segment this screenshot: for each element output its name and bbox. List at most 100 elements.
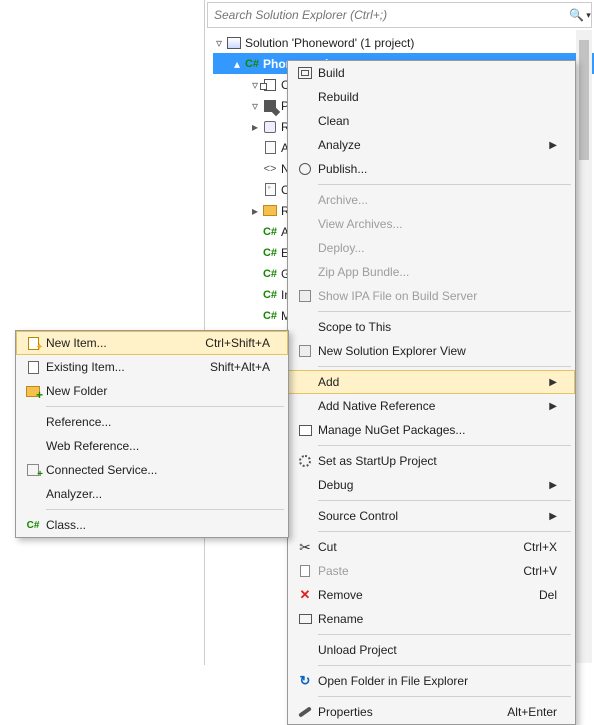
menu-item-shortcut: Ctrl+V: [523, 564, 557, 578]
item-icon: [261, 205, 279, 216]
add-submenu: New Item...Ctrl+Shift+AExisting Item...S…: [15, 330, 289, 538]
menu-item[interactable]: Rename: [288, 607, 575, 631]
menu-item: Archive...: [288, 188, 575, 212]
menu-item[interactable]: PropertiesAlt+Enter: [288, 700, 575, 724]
menu-item[interactable]: Source Control▶: [288, 504, 575, 528]
menu-item: Zip App Bundle...: [288, 260, 575, 284]
solution-label: Solution 'Phoneword' (1 project): [243, 36, 414, 50]
expand-icon[interactable]: ▿: [249, 99, 261, 113]
csharp-project-icon: C#: [243, 58, 261, 70]
expand-icon[interactable]: ▸: [249, 120, 261, 134]
menu-separator: [318, 531, 571, 532]
menu-item-label: Archive...: [318, 193, 557, 207]
item-icon: [261, 79, 279, 91]
menu-item[interactable]: Existing Item...Shift+Alt+A: [16, 355, 288, 379]
globe-icon: [292, 163, 318, 175]
item-icon: [261, 183, 279, 196]
menu-item[interactable]: Debug▶: [288, 473, 575, 497]
solution-node[interactable]: ▿ Solution 'Phoneword' (1 project): [213, 32, 594, 53]
expand-icon[interactable]: ▴: [231, 57, 243, 71]
menu-item[interactable]: Build: [288, 61, 575, 85]
menu-item-label: Manage NuGet Packages...: [318, 423, 557, 437]
menu-item[interactable]: Analyzer...: [16, 482, 288, 506]
menu-item[interactable]: Scope to This: [288, 315, 575, 339]
menu-item-shortcut: Ctrl+X: [523, 540, 557, 554]
item-icon: C#: [261, 226, 279, 238]
menu-separator: [318, 500, 571, 501]
menu-item-label: Connected Service...: [46, 463, 270, 477]
menu-item[interactable]: New Folder: [16, 379, 288, 403]
menu-item: Deploy...: [288, 236, 575, 260]
menu-item-label: Build: [318, 66, 557, 80]
open-folder-icon: ↻: [292, 673, 318, 689]
expand-icon[interactable]: ▸: [249, 204, 261, 218]
menu-item[interactable]: Analyze▶: [288, 133, 575, 157]
class-icon: C#: [20, 520, 46, 531]
menu-item-shortcut: Alt+Enter: [507, 705, 557, 719]
menu-item-label: Reference...: [46, 415, 270, 429]
menu-item: View Archives...: [288, 212, 575, 236]
connected-service-icon: [20, 464, 46, 476]
menu-separator: [46, 406, 284, 407]
menu-item[interactable]: Add Native Reference▶: [288, 394, 575, 418]
menu-separator: [318, 311, 571, 312]
menu-item[interactable]: Reference...: [16, 410, 288, 434]
menu-item-label: Add: [318, 375, 545, 389]
menu-item[interactable]: Unload Project: [288, 638, 575, 662]
scrollbar-thumb[interactable]: [579, 40, 589, 160]
menu-item[interactable]: ↻Open Folder in File Explorer: [288, 669, 575, 693]
menu-item[interactable]: Set as StartUp Project: [288, 449, 575, 473]
menu-separator: [318, 445, 571, 446]
item-icon: C#: [261, 310, 279, 322]
paste-icon: [292, 565, 318, 577]
item-icon: [261, 100, 279, 112]
item-icon: C#: [261, 289, 279, 301]
menu-item-label: Debug: [318, 478, 545, 492]
new-folder-icon: [20, 386, 46, 397]
menu-item-label: New Item...: [46, 336, 205, 350]
build-icon: [292, 67, 318, 79]
menu-item[interactable]: Web Reference...: [16, 434, 288, 458]
menu-item[interactable]: Rebuild: [288, 85, 575, 109]
menu-item-shortcut: Ctrl+Shift+A: [205, 336, 270, 350]
search-input[interactable]: [208, 8, 569, 22]
submenu-arrow-icon: ▶: [545, 401, 557, 412]
search-icon[interactable]: 🔍▾: [569, 8, 591, 22]
menu-item-label: Cut: [318, 540, 523, 554]
menu-item[interactable]: New Solution Explorer View: [288, 339, 575, 363]
menu-item[interactable]: ✂CutCtrl+X: [288, 535, 575, 559]
menu-item-shortcut: Shift+Alt+A: [210, 360, 270, 374]
remove-icon: ✕: [292, 587, 318, 603]
menu-item[interactable]: ✕RemoveDel: [288, 583, 575, 607]
item-icon: <>: [261, 163, 279, 175]
pkg-icon: [292, 425, 318, 436]
menu-item-label: Rename: [318, 612, 557, 626]
expand-icon[interactable]: ▿: [213, 36, 225, 50]
menu-item[interactable]: New Item...Ctrl+Shift+A: [16, 331, 288, 355]
menu-item[interactable]: Connected Service...: [16, 458, 288, 482]
menu-separator: [318, 634, 571, 635]
cut-icon: ✂: [292, 539, 318, 556]
vertical-scrollbar[interactable]: [576, 30, 592, 663]
menu-item[interactable]: Publish...: [288, 157, 575, 181]
menu-item[interactable]: Clean: [288, 109, 575, 133]
menu-item-label: Unload Project: [318, 643, 557, 657]
menu-item-label: Source Control: [318, 509, 545, 523]
search-box[interactable]: 🔍▾: [207, 2, 592, 28]
project-context-menu: BuildRebuildCleanAnalyze▶Publish...Archi…: [287, 60, 576, 725]
menu-item-label: New Solution Explorer View: [318, 344, 557, 358]
menu-item-label: Zip App Bundle...: [318, 265, 557, 279]
menu-separator: [318, 696, 571, 697]
menu-item-label: Paste: [318, 564, 523, 578]
new-item-icon: [20, 337, 46, 350]
ipa-icon: [292, 290, 318, 302]
menu-item-label: Show IPA File on Build Server: [318, 289, 557, 303]
menu-separator: [318, 665, 571, 666]
menu-item-label: Existing Item...: [46, 360, 210, 374]
menu-item[interactable]: Add▶: [288, 370, 575, 394]
menu-item[interactable]: C#Class...: [16, 513, 288, 537]
menu-item-label: Analyze: [318, 138, 545, 152]
ipa-icon: [292, 345, 318, 357]
solution-icon: [225, 37, 243, 49]
menu-item[interactable]: Manage NuGet Packages...: [288, 418, 575, 442]
